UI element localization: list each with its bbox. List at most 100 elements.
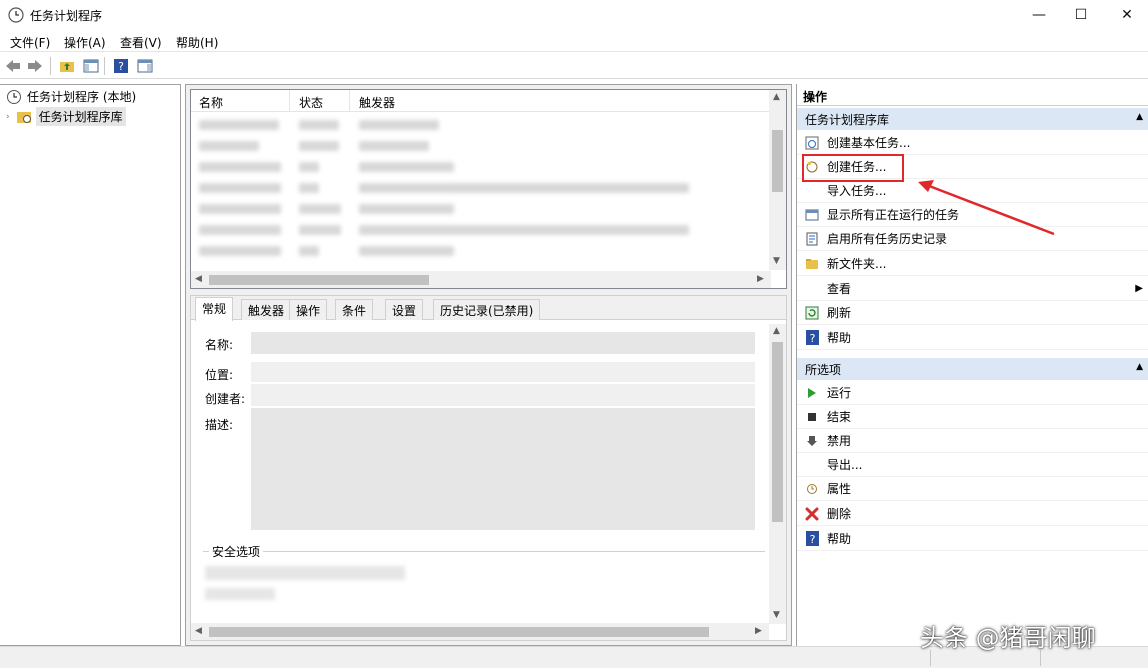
tree-item-label: 任务计划程序库: [35, 107, 126, 126]
scroll-left-icon[interactable]: ◀: [195, 274, 202, 284]
scroll-down-icon[interactable]: ▼: [773, 256, 780, 266]
scroll-up-icon[interactable]: ▲: [773, 326, 780, 336]
task-list[interactable]: 名称 状态 触发器 ▲ ▼ ◀ ▶: [190, 89, 787, 289]
down-arrow-icon: [797, 435, 827, 447]
toolbar: ?: [0, 53, 1148, 79]
toolbar-separator: [104, 57, 105, 75]
tab-conditions[interactable]: 条件: [335, 299, 374, 320]
section-selected-item[interactable]: 所选项 ▲: [797, 358, 1148, 380]
section-library[interactable]: 任务计划程序库 ▲: [797, 108, 1148, 130]
close-button[interactable]: ✕: [1104, 0, 1148, 30]
action-new-folder[interactable]: 新文件夹...: [797, 252, 1148, 276]
chevron-right-icon[interactable]: ›: [6, 112, 10, 122]
collapse-icon[interactable]: ▲: [1136, 112, 1143, 122]
scroll-down-icon[interactable]: ▼: [773, 610, 780, 620]
list-item: [359, 225, 689, 235]
action-run[interactable]: 运行: [797, 381, 1148, 405]
tab-actions[interactable]: 操作: [289, 299, 328, 320]
refresh-icon: [797, 306, 827, 320]
column-header-name[interactable]: 名称: [199, 94, 223, 111]
action-end[interactable]: 结束: [797, 405, 1148, 429]
scroll-thumb[interactable]: [772, 342, 783, 522]
back-icon[interactable]: [4, 57, 22, 75]
help-icon[interactable]: ?: [112, 57, 130, 75]
action-properties[interactable]: 属性: [797, 477, 1148, 501]
scroll-thumb[interactable]: [209, 627, 709, 637]
minimize-button[interactable]: —: [1016, 0, 1062, 30]
tree-root-item[interactable]: 任务计划程序 (本地): [6, 88, 136, 105]
column-header-trigger[interactable]: 触发器: [359, 94, 395, 111]
location-label: 位置:: [205, 368, 234, 382]
description-field[interactable]: [251, 408, 755, 530]
list-item[interactable]: [199, 204, 281, 214]
list-item[interactable]: [199, 225, 281, 235]
section-label: 任务计划程序库: [805, 113, 890, 127]
author-field: [251, 384, 755, 406]
list-item: [299, 162, 319, 172]
title-bar: 任务计划程序 — ☐ ✕: [0, 0, 1148, 30]
scroll-right-icon[interactable]: ▶: [757, 274, 764, 284]
clock-icon: [7, 89, 21, 104]
tree-item-library[interactable]: › 任务计划程序库: [6, 107, 126, 126]
action-create-basic-task[interactable]: 创建基本任务...: [797, 131, 1148, 155]
list-item[interactable]: [199, 141, 259, 151]
menu-bar: 文件(F) 操作(A) 查看(V) 帮助(H): [0, 30, 1148, 52]
detail-vertical-scrollbar[interactable]: ▲ ▼: [769, 324, 786, 624]
annotation-arrow-icon: [918, 180, 1055, 236]
menu-help[interactable]: 帮助(H): [176, 34, 218, 51]
action-disable[interactable]: 禁用: [797, 429, 1148, 453]
scroll-right-icon[interactable]: ▶: [755, 626, 762, 636]
menu-view[interactable]: 查看(V): [120, 34, 162, 51]
list-item[interactable]: [199, 246, 281, 256]
column-divider: [289, 90, 290, 112]
list-item: [299, 204, 341, 214]
folder-up-icon[interactable]: [58, 57, 76, 75]
history-log-icon: [797, 232, 827, 246]
section-label: 所选项: [805, 363, 842, 377]
list-item: [299, 183, 319, 193]
divider: [203, 551, 765, 552]
detail-horizontal-scrollbar[interactable]: ◀ ▶: [191, 623, 769, 640]
menu-action[interactable]: 操作(A): [64, 34, 106, 51]
scroll-thumb[interactable]: [209, 275, 429, 285]
tab-settings[interactable]: 设置: [385, 299, 424, 320]
menu-file[interactable]: 文件(F): [10, 34, 50, 51]
running-tasks-icon: [797, 208, 827, 222]
scroll-thumb[interactable]: [772, 130, 783, 192]
toolbar-separator: [50, 57, 51, 75]
action-refresh[interactable]: 刷新: [797, 301, 1148, 325]
watermark: 头条 @猪哥闲聊: [920, 624, 1096, 652]
action-view[interactable]: 查看 ▶: [797, 277, 1148, 301]
list-vertical-scrollbar[interactable]: ▲ ▼: [769, 90, 786, 270]
action-help-selected[interactable]: ? 帮助: [797, 527, 1148, 551]
tab-triggers[interactable]: 触发器: [241, 299, 292, 320]
column-header-status[interactable]: 状态: [299, 94, 323, 111]
tab-history[interactable]: 历史记录(已禁用): [433, 299, 541, 320]
name-label: 名称:: [205, 338, 234, 352]
collapse-icon[interactable]: ▲: [1136, 362, 1143, 372]
help-icon: ?: [797, 531, 827, 546]
security-account-text: [205, 566, 405, 580]
center-pane: 名称 状态 触发器 ▲ ▼ ◀ ▶ 常规 触发器 操作 条件 设置 历史记录(已…: [185, 84, 792, 646]
scroll-up-icon[interactable]: ▲: [773, 92, 780, 102]
tab-general[interactable]: 常规: [195, 297, 234, 321]
action-export[interactable]: 导出...: [797, 453, 1148, 477]
list-item: [359, 141, 429, 151]
play-icon: [797, 387, 827, 399]
forward-icon[interactable]: [26, 57, 44, 75]
list-item[interactable]: [199, 120, 279, 130]
list-horizontal-scrollbar[interactable]: ◀ ▶: [191, 271, 771, 288]
show-hide-tree-icon[interactable]: [82, 57, 100, 75]
maximize-button[interactable]: ☐: [1058, 0, 1104, 30]
name-field[interactable]: [251, 332, 755, 354]
list-item[interactable]: [199, 162, 281, 172]
list-header: 名称 状态 触发器: [191, 90, 771, 112]
location-field: [251, 362, 755, 382]
show-action-pane-icon[interactable]: [136, 57, 154, 75]
action-help[interactable]: ? 帮助: [797, 326, 1148, 350]
action-delete[interactable]: 删除: [797, 502, 1148, 526]
list-item[interactable]: [199, 183, 281, 193]
list-item: [299, 246, 319, 256]
list-item: [299, 141, 339, 151]
scroll-left-icon[interactable]: ◀: [195, 626, 202, 636]
